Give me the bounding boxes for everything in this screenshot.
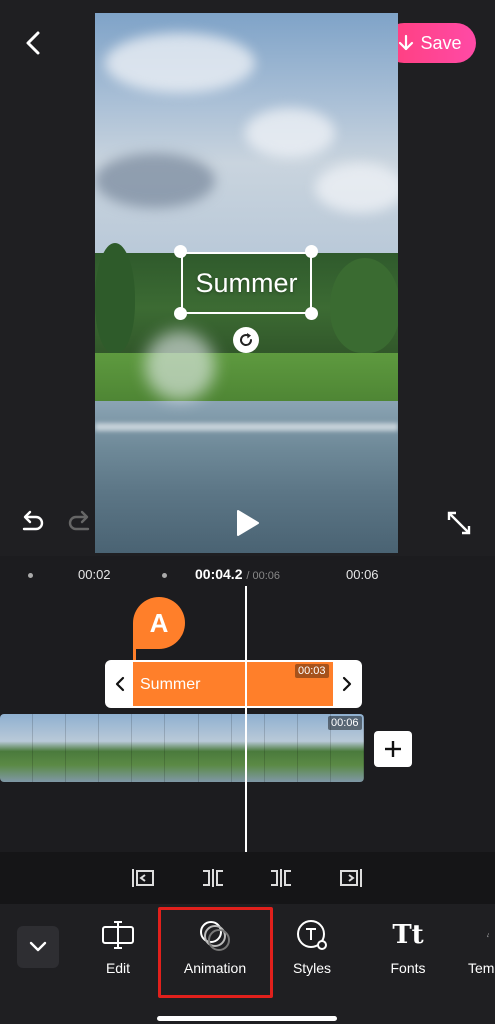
video-duration: 00:06 bbox=[328, 716, 362, 730]
selection-highlight bbox=[158, 907, 273, 998]
undo-button[interactable] bbox=[18, 508, 46, 536]
fullscreen-button[interactable] bbox=[446, 510, 472, 536]
tool-label: Edit bbox=[105, 960, 131, 976]
tool-fonts[interactable]: Tt Fonts bbox=[368, 918, 448, 984]
water-foam-image bbox=[95, 423, 398, 431]
tool-templates[interactable]: Tem bbox=[455, 918, 495, 984]
video-thumbnail bbox=[297, 714, 331, 782]
split-left-button[interactable] bbox=[200, 866, 226, 890]
undo-icon bbox=[22, 510, 44, 531]
text-clip-duration: 00:03 bbox=[295, 664, 329, 678]
video-thumbnail bbox=[0, 714, 34, 782]
trim-right-handle[interactable] bbox=[337, 672, 357, 696]
collapse-panel-button[interactable] bbox=[17, 926, 59, 968]
tool-edit[interactable]: Edit bbox=[78, 918, 158, 984]
video-thumbnail bbox=[165, 714, 199, 782]
save-label: Save bbox=[420, 32, 462, 53]
resize-handle[interactable] bbox=[174, 245, 187, 258]
chevron-left-icon bbox=[26, 31, 40, 55]
total-time: / 00:06 bbox=[246, 570, 281, 582]
video-thumbnail bbox=[99, 714, 133, 782]
fonts-icon: Tt bbox=[392, 920, 424, 950]
cloud-image bbox=[105, 33, 255, 93]
tree-image bbox=[330, 258, 398, 353]
cloud-image bbox=[245, 108, 335, 158]
lawn-image bbox=[95, 353, 398, 403]
video-thumbnail bbox=[132, 714, 166, 782]
text-overlay-box[interactable]: Summer bbox=[181, 252, 312, 314]
download-arrow-icon bbox=[399, 34, 414, 51]
styles-icon bbox=[295, 918, 329, 952]
current-time: 00:04.2 / 00:06 bbox=[195, 566, 280, 582]
video-thumbnail bbox=[231, 714, 265, 782]
rotate-icon bbox=[240, 333, 253, 346]
overlay-text: Summer bbox=[195, 267, 298, 298]
resize-handle[interactable] bbox=[305, 245, 318, 258]
video-thumbnail bbox=[33, 714, 67, 782]
play-button[interactable] bbox=[233, 508, 261, 538]
jump-end-icon bbox=[340, 869, 362, 887]
ruler-dot bbox=[28, 573, 33, 578]
jump-to-start-button[interactable] bbox=[130, 866, 156, 890]
resize-handle[interactable] bbox=[305, 307, 318, 320]
tool-label: Fonts bbox=[390, 960, 426, 976]
fountain-spray-image bbox=[145, 331, 215, 401]
plus-icon bbox=[385, 741, 401, 757]
back-button[interactable] bbox=[18, 28, 48, 58]
ruler-dot bbox=[162, 573, 167, 578]
redo-icon bbox=[68, 510, 90, 531]
tool-label: Tem bbox=[468, 960, 495, 976]
ruler-mark: 00:06 bbox=[346, 567, 379, 582]
expand-icon bbox=[447, 511, 471, 535]
chevron-left-icon bbox=[115, 676, 125, 692]
cloud-image bbox=[315, 163, 398, 213]
home-indicator bbox=[157, 1016, 337, 1021]
tool-styles[interactable]: Styles bbox=[272, 918, 352, 984]
play-icon bbox=[237, 510, 259, 536]
chevron-right-icon bbox=[342, 676, 352, 692]
video-thumbnail bbox=[264, 714, 298, 782]
video-thumbnail bbox=[66, 714, 100, 782]
ruler-mark: 00:02 bbox=[78, 567, 111, 582]
trim-toolbar bbox=[0, 852, 495, 904]
templates-icon bbox=[455, 918, 489, 952]
playhead[interactable] bbox=[245, 586, 247, 852]
split-right-button[interactable] bbox=[268, 866, 294, 890]
jump-to-end-button[interactable] bbox=[338, 866, 364, 890]
chevron-down-icon bbox=[29, 941, 47, 952]
text-track-badge[interactable]: A bbox=[133, 597, 185, 649]
split-left-icon bbox=[203, 869, 223, 887]
add-clip-button[interactable] bbox=[374, 731, 412, 767]
edit-icon bbox=[101, 918, 135, 952]
split-right-icon bbox=[271, 869, 291, 887]
tree-image bbox=[95, 243, 135, 353]
trim-left-handle[interactable] bbox=[110, 672, 130, 696]
resize-handle[interactable] bbox=[174, 307, 187, 320]
cloud-image bbox=[95, 153, 215, 208]
video-thumbnail bbox=[198, 714, 232, 782]
jump-start-icon bbox=[132, 869, 154, 887]
redo-button[interactable] bbox=[66, 508, 94, 536]
badge-letter: A bbox=[149, 607, 169, 638]
tool-label: Styles bbox=[292, 960, 332, 976]
rotate-button[interactable] bbox=[233, 327, 259, 353]
video-track[interactable] bbox=[0, 714, 364, 782]
current-time-value: 00:04.2 bbox=[195, 566, 243, 582]
text-clip-label: Summer bbox=[140, 676, 201, 693]
